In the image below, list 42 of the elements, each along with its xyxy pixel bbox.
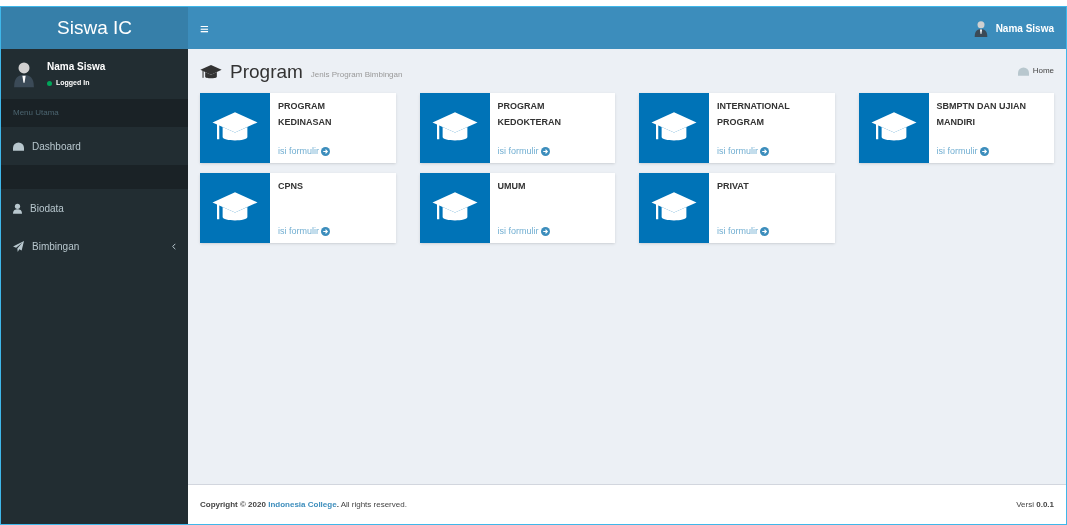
arrow-circle-icon [321,146,330,156]
program-title: UMUM [497,180,527,193]
form-link[interactable]: isi formulir [717,144,769,158]
breadcrumb-link[interactable]: Home [1032,65,1054,77]
copyright-text: Copyright © 2020 Indonesia College. All rights reserved. [200,498,407,511]
sidebar-menu-item[interactable]: Biodata [1,189,188,227]
arrow-circle-icon [540,146,550,156]
dashboard-icon [1017,66,1029,76]
program-title: PROGRAM KEDINASAN [278,100,333,129]
form-link[interactable]: isi formulir [278,144,330,158]
sidebar-menu-item[interactable]: Bimbingan [1,227,188,265]
arrow-circle-icon [760,146,769,156]
program-title: PROGRAM KEDOKTERAN [497,100,562,129]
form-link[interactable]: isi formulir [936,144,989,158]
program-title: SBMPTN DAN UJIAN MANDIRI [936,100,1027,129]
brand-logo[interactable]: Siswa IC [1,7,188,49]
college-link[interactable]: Indonesia College [268,499,337,509]
menu-toggle[interactable]: ≡ [200,20,209,36]
arrow-circle-icon [321,226,330,236]
arrow-circle-icon [540,226,550,236]
menu-header: Menu Utama [1,99,188,127]
program-title: CPNS [278,180,304,193]
dashboard-icon [13,141,24,151]
sidebar-user-name: Nama Siswa [47,60,106,75]
sidebar-menu-item[interactable]: Dashboard [1,127,188,165]
program-title: INTERNATIONAL PROGRAM [717,100,791,129]
graduation-cap-icon [200,63,222,81]
arrow-circle-icon [760,226,769,236]
form-link[interactable]: isi formulir [278,224,330,238]
form-link[interactable]: isi formulir [717,224,769,238]
page-title: Program [230,61,303,81]
arrow-circle-icon [979,146,989,156]
user-icon [13,202,22,214]
page-subtitle: Jenis Program Bimbingan [310,68,403,81]
form-link[interactable]: isi formulir [497,144,550,158]
paper-plane-icon [13,240,24,252]
user-menu[interactable]: Nama Siswa [995,20,1054,36]
version-text: Versi 0.0.1 [1016,498,1054,511]
user-avatar-icon [973,19,988,37]
chevron-left-icon [172,242,176,250]
form-link[interactable]: isi formulir [497,224,550,238]
program-title: PRIVAT [717,180,750,193]
